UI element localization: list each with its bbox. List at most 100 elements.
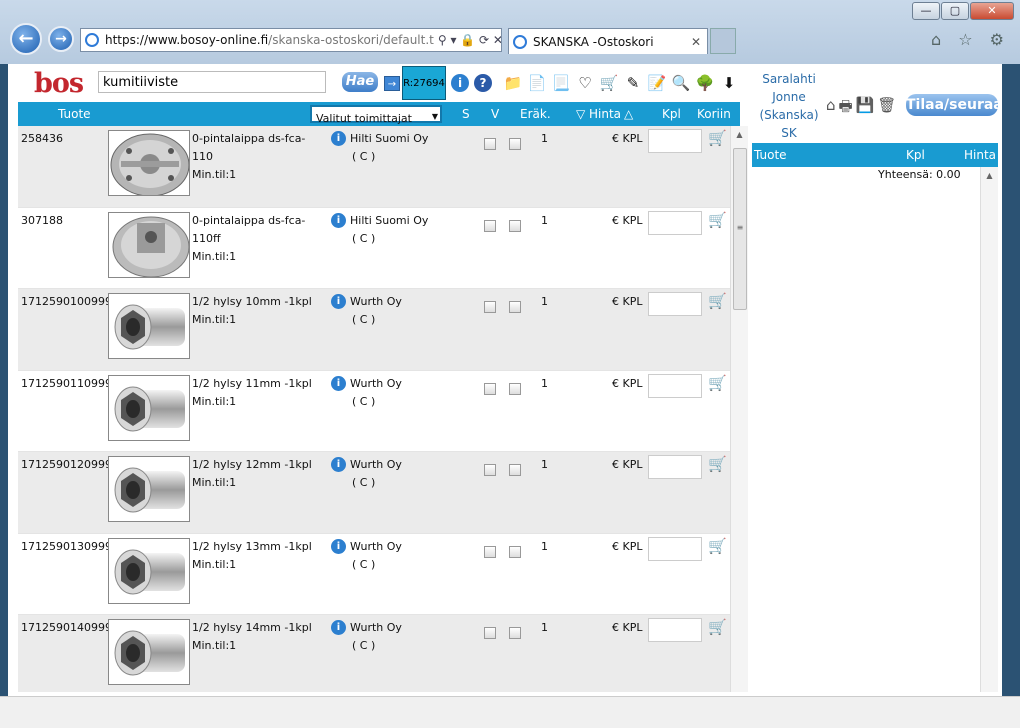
add-to-cart-icon[interactable]: 🛒: [708, 537, 727, 555]
supplier-info-icon[interactable]: i: [331, 538, 346, 554]
supplier-info-icon[interactable]: i: [331, 212, 346, 228]
add-to-cart-icon[interactable]: 🛒: [708, 292, 727, 310]
product-image[interactable]: [108, 211, 190, 278]
product-list: 258436 0-pintalaippa ds-fca-110 Min.til:1 i…: [18, 126, 730, 692]
supplier-info-icon[interactable]: i: [331, 457, 346, 472]
add-to-cart-icon[interactable]: 🛒: [708, 374, 727, 392]
note-icon[interactable]: 📝: [646, 72, 668, 94]
browser-tab[interactable]: SKANSKA -Ostoskori ✕: [508, 28, 708, 54]
supplier-tag: ( C ): [352, 231, 376, 245]
scroll-up-icon[interactable]: ▲: [731, 130, 748, 139]
tree-icon[interactable]: 🌳: [694, 72, 716, 94]
add-to-cart-icon[interactable]: 🛒: [708, 618, 727, 636]
supplier-info-icon[interactable]: i: [331, 620, 346, 635]
save-icon[interactable]: 💾: [856, 96, 875, 121]
s-checkbox[interactable]: [484, 464, 496, 476]
maximize-button[interactable]: ▢: [941, 2, 969, 20]
search-button[interactable]: Hae: [342, 72, 378, 92]
cart-icon[interactable]: 🛒: [598, 72, 620, 94]
quantity-input[interactable]: [648, 129, 702, 153]
product-image[interactable]: [108, 456, 190, 522]
help-icon[interactable]: ?: [474, 74, 492, 92]
product-image[interactable]: [108, 619, 190, 685]
supplier-name: Wurth Oy: [350, 376, 402, 390]
supplier-info-icon[interactable]: i: [331, 375, 346, 391]
product-name[interactable]: 0-pintalaippa ds-fca-110ff Min.til:1: [192, 212, 326, 266]
chevron-down-icon: ▼: [431, 112, 438, 121]
trash-icon[interactable]: 🗑: [877, 96, 896, 121]
cart-scroll-up-icon[interactable]: ▲: [981, 171, 998, 180]
product-name[interactable]: 1/2 hylsy 12mm -1kpl Min.til:1: [192, 456, 326, 492]
quantity-input[interactable]: [648, 536, 702, 561]
search-icon[interactable]: 🔍: [670, 72, 692, 94]
quantity-input[interactable]: [648, 210, 702, 235]
folder-icon[interactable]: 📁: [502, 72, 524, 94]
product-name[interactable]: 1/2 hylsy 13mm -1kpl Min.til:1: [192, 538, 326, 574]
home-icon[interactable]: ⌂: [826, 96, 836, 121]
product-name[interactable]: 1/2 hylsy 14mm -1kpl Min.til:1: [192, 619, 326, 655]
s-checkbox[interactable]: [484, 219, 496, 232]
supplier-info-icon[interactable]: i: [331, 294, 346, 309]
product-table-header: Tuote Valitut toimittajat ▼ S V Eräk. ▽ H…: [18, 102, 740, 126]
order-button[interactable]: Tilaa/seuraa: [906, 94, 1002, 116]
print-icon[interactable]: 🖶: [839, 96, 853, 121]
doc-icon[interactable]: 📃: [550, 72, 572, 94]
address-tools[interactable]: ⚲ ▾ 🔒 ⟳ ✕: [433, 33, 501, 47]
user-name[interactable]: Saralahti Jonne (Skanska) SK: [756, 70, 822, 142]
browser-tool-icons[interactable]: ⌂ ☆ ⚙: [931, 30, 1010, 49]
supplier-select[interactable]: Valitut toimittajat ▼: [310, 105, 442, 125]
tab-close-icon[interactable]: ✕: [691, 35, 701, 49]
add-to-cart-icon[interactable]: 🛒: [708, 455, 727, 473]
sort-asc-icon[interactable]: △: [624, 107, 633, 121]
v-checkbox[interactable]: [509, 301, 521, 313]
product-image[interactable]: [108, 293, 190, 359]
product-image[interactable]: [108, 374, 190, 441]
product-scrollbar[interactable]: ▲ ≡: [730, 126, 748, 692]
cart-scrollbar[interactable]: ▲: [980, 167, 998, 692]
v-checkbox[interactable]: [509, 627, 521, 639]
product-name-text: 1/2 hylsy 12mm -1kpl: [192, 458, 312, 471]
supplier-tag: ( C ): [352, 150, 376, 163]
info-icon[interactable]: i: [451, 74, 469, 92]
ref-box[interactable]: R:27694: [402, 66, 446, 100]
s-checkbox[interactable]: [484, 627, 496, 639]
close-window-button[interactable]: ✕: [970, 2, 1014, 20]
go-arrow-icon[interactable]: →: [384, 76, 400, 91]
product-image[interactable]: [108, 537, 190, 604]
product-name[interactable]: 0-pintalaippa ds-fca-110 Min.til:1: [192, 130, 326, 184]
page-content: bos Hae → R:27694 i ? 📁📄📃♡🛒✎📝🔍🌳⬇ Tuote V…: [8, 64, 1002, 696]
v-checkbox[interactable]: [509, 219, 521, 232]
v-checkbox[interactable]: [509, 545, 521, 558]
quantity-input[interactable]: [648, 618, 702, 642]
back-button[interactable]: ←: [10, 23, 42, 55]
edit-icon[interactable]: ✎: [622, 72, 644, 94]
s-checkbox[interactable]: [484, 301, 496, 313]
forward-button[interactable]: →: [48, 26, 74, 52]
product-name[interactable]: 1/2 hylsy 11mm -1kpl Min.til:1: [192, 375, 326, 411]
sort-desc-icon[interactable]: ▽: [576, 107, 585, 121]
new-tab-button[interactable]: [710, 28, 736, 54]
scroll-thumb[interactable]: ≡: [733, 148, 747, 310]
search-input[interactable]: [98, 71, 326, 93]
s-checkbox[interactable]: [484, 138, 496, 150]
v-checkbox[interactable]: [509, 382, 521, 395]
s-checkbox[interactable]: [484, 545, 496, 558]
v-checkbox[interactable]: [509, 138, 521, 150]
minimize-button[interactable]: —: [912, 2, 940, 20]
address-bar[interactable]: https://www.bosoy-online.fi/skanska-osto…: [80, 28, 502, 52]
product-name[interactable]: 1/2 hylsy 10mm -1kpl Min.til:1: [192, 293, 326, 329]
download-icon[interactable]: ⬇: [718, 72, 740, 94]
quantity-input[interactable]: [648, 373, 702, 398]
supplier-info-icon[interactable]: i: [331, 131, 346, 146]
min-order: Min.til:1: [192, 394, 237, 408]
add-doc-icon[interactable]: 📄: [526, 72, 548, 94]
s-checkbox[interactable]: [484, 382, 496, 395]
quantity-input[interactable]: [648, 455, 702, 479]
favorite-icon[interactable]: ♡: [574, 72, 596, 94]
product-image[interactable]: [108, 130, 190, 196]
add-to-cart-icon[interactable]: 🛒: [708, 129, 727, 147]
supplier-name: Wurth Oy: [350, 295, 402, 308]
quantity-input[interactable]: [648, 292, 702, 316]
v-checkbox[interactable]: [509, 464, 521, 476]
add-to-cart-icon[interactable]: 🛒: [708, 211, 727, 229]
